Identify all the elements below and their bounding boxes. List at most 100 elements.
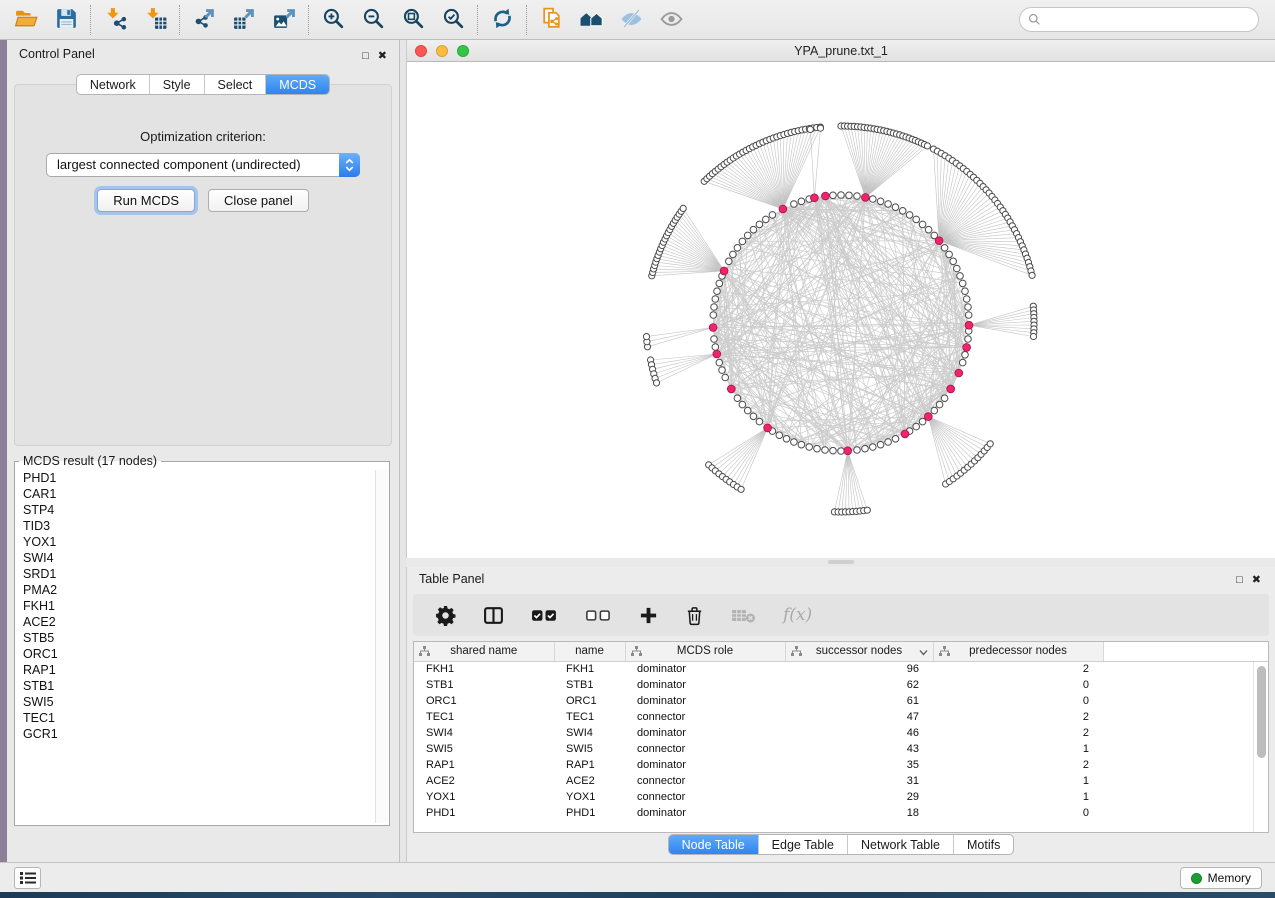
mcds-result-item[interactable]: TID3 xyxy=(23,518,389,534)
cell-name[interactable]: SWI4 xyxy=(554,725,625,741)
mcds-result-item[interactable]: TEC1 xyxy=(23,710,389,726)
cell-shared_name[interactable]: STB1 xyxy=(414,677,554,693)
tab-style[interactable]: Style xyxy=(149,75,204,94)
zoom-selected-button[interactable] xyxy=(433,4,473,36)
search-box[interactable] xyxy=(1019,7,1259,32)
mcds-result-item[interactable]: SRD1 xyxy=(23,566,389,582)
tab-node-table[interactable]: Node Table xyxy=(669,835,758,854)
float-panel-icon[interactable]: □ xyxy=(362,51,369,62)
export-network-button[interactable] xyxy=(184,4,224,36)
tab-mcds[interactable]: MCDS xyxy=(265,75,329,94)
cell-mcds_role[interactable]: connector xyxy=(625,709,785,725)
tab-edge-table[interactable]: Edge Table xyxy=(758,835,847,854)
cell-mcds_role[interactable]: dominator xyxy=(625,677,785,693)
column-header-shared-name[interactable]: shared name xyxy=(414,642,554,661)
table-row[interactable]: ORC1ORC1dominator610 xyxy=(414,693,1268,709)
tab-network-table[interactable]: Network Table xyxy=(847,835,953,854)
panel-menu-button[interactable] xyxy=(14,867,41,889)
column-header-predecessor-nodes[interactable]: predecessor nodes xyxy=(933,642,1103,661)
table-row[interactable]: ACE2ACE2connector311 xyxy=(414,773,1268,789)
cell-mcds_role[interactable]: connector xyxy=(625,773,785,789)
mcds-result-item[interactable]: GCR1 xyxy=(23,726,389,742)
cell-successor_nodes[interactable]: 96 xyxy=(785,661,933,677)
mcds-result-item[interactable]: STP4 xyxy=(23,502,389,518)
cell-predecessor_nodes[interactable]: 0 xyxy=(933,677,1103,693)
mcds-result-item[interactable]: ORC1 xyxy=(23,646,389,662)
copy-view-button[interactable] xyxy=(531,4,571,36)
cell-name[interactable]: ORC1 xyxy=(554,693,625,709)
horizontal-splitter[interactable] xyxy=(406,558,1275,567)
cell-mcds_role[interactable]: dominator xyxy=(625,661,785,677)
cell-predecessor_nodes[interactable]: 0 xyxy=(933,693,1103,709)
float-table-panel-icon[interactable]: □ xyxy=(1236,575,1243,586)
close-panel-icon[interactable]: ✖ xyxy=(378,51,387,62)
table-row[interactable]: YOX1YOX1connector291 xyxy=(414,789,1268,805)
add-button[interactable] xyxy=(639,606,658,625)
cell-shared_name[interactable]: ACE2 xyxy=(414,773,554,789)
table-row[interactable]: PHD1PHD1dominator180 xyxy=(414,805,1268,821)
table-row[interactable]: RAP1RAP1dominator352 xyxy=(414,757,1268,773)
tab-select[interactable]: Select xyxy=(204,75,266,94)
cell-successor_nodes[interactable]: 43 xyxy=(785,741,933,757)
table-row[interactable]: SWI5SWI5connector431 xyxy=(414,741,1268,757)
cell-shared_name[interactable]: RAP1 xyxy=(414,757,554,773)
close-panel-button[interactable]: Close panel xyxy=(208,189,309,212)
tab-network[interactable]: Network xyxy=(77,75,149,94)
cell-successor_nodes[interactable]: 35 xyxy=(785,757,933,773)
table-row[interactable]: STB1STB1dominator620 xyxy=(414,677,1268,693)
cell-predecessor_nodes[interactable]: 2 xyxy=(933,661,1103,677)
cell-mcds_role[interactable]: dominator xyxy=(625,757,785,773)
cell-name[interactable]: TEC1 xyxy=(554,709,625,725)
mcds-result-item[interactable]: FKH1 xyxy=(23,598,389,614)
cell-shared_name[interactable]: FKH1 xyxy=(414,661,554,677)
table-row[interactable]: FKH1FKH1dominator962 xyxy=(414,661,1268,677)
cell-successor_nodes[interactable]: 47 xyxy=(785,709,933,725)
optimization-criterion-select[interactable]: largest connected component (undirected) xyxy=(46,153,360,177)
cell-successor_nodes[interactable]: 61 xyxy=(785,693,933,709)
cell-successor_nodes[interactable]: 29 xyxy=(785,789,933,805)
mcds-result-item[interactable]: YOX1 xyxy=(23,534,389,550)
cell-name[interactable]: STB1 xyxy=(554,677,625,693)
hide-selected-button[interactable] xyxy=(611,4,651,36)
cell-successor_nodes[interactable]: 46 xyxy=(785,725,933,741)
table-scrollbar-thumb[interactable] xyxy=(1257,666,1266,758)
cell-predecessor_nodes[interactable]: 2 xyxy=(933,757,1103,773)
result-list-scrollbar[interactable] xyxy=(375,470,388,823)
close-table-panel-icon[interactable]: ✖ xyxy=(1252,575,1261,586)
import-network-button[interactable] xyxy=(95,4,135,36)
mcds-result-item[interactable]: STB1 xyxy=(23,678,389,694)
cell-predecessor_nodes[interactable]: 2 xyxy=(933,725,1103,741)
run-mcds-button[interactable]: Run MCDS xyxy=(97,189,195,212)
cell-mcds_role[interactable]: connector xyxy=(625,741,785,757)
mcds-result-item[interactable]: SWI5 xyxy=(23,694,389,710)
cell-successor_nodes[interactable]: 62 xyxy=(785,677,933,693)
cell-predecessor_nodes[interactable]: 1 xyxy=(933,741,1103,757)
table-scrollbar[interactable] xyxy=(1253,662,1268,832)
cell-shared_name[interactable]: YOX1 xyxy=(414,789,554,805)
cell-predecessor_nodes[interactable]: 2 xyxy=(933,709,1103,725)
cell-predecessor_nodes[interactable]: 1 xyxy=(933,789,1103,805)
cell-shared_name[interactable]: ORC1 xyxy=(414,693,554,709)
split-columns-button[interactable] xyxy=(483,605,504,626)
cell-successor_nodes[interactable]: 18 xyxy=(785,805,933,821)
cell-successor_nodes[interactable]: 31 xyxy=(785,773,933,789)
import-table-button[interactable] xyxy=(135,4,175,36)
tab-motifs[interactable]: Motifs xyxy=(953,835,1013,854)
mcds-result-item[interactable]: CAR1 xyxy=(23,486,389,502)
table-row[interactable]: SWI4SWI4dominator462 xyxy=(414,725,1268,741)
cell-name[interactable]: FKH1 xyxy=(554,661,625,677)
zoom-out-button[interactable] xyxy=(353,4,393,36)
settings-button[interactable] xyxy=(435,605,456,626)
export-table-button[interactable] xyxy=(224,4,264,36)
cell-name[interactable]: PHD1 xyxy=(554,805,625,821)
open-file-button[interactable] xyxy=(6,4,46,36)
memory-button[interactable]: Memory xyxy=(1180,867,1262,889)
save-session-button[interactable] xyxy=(46,4,86,36)
mcds-result-item[interactable]: ACE2 xyxy=(23,614,389,630)
table-row[interactable]: TEC1TEC1connector472 xyxy=(414,709,1268,725)
delete-button[interactable] xyxy=(685,605,704,626)
search-input[interactable] xyxy=(1041,10,1258,30)
cell-mcds_role[interactable]: dominator xyxy=(625,693,785,709)
column-header-name[interactable]: name xyxy=(554,642,625,661)
deselect-all-checks-button[interactable] xyxy=(585,607,612,624)
